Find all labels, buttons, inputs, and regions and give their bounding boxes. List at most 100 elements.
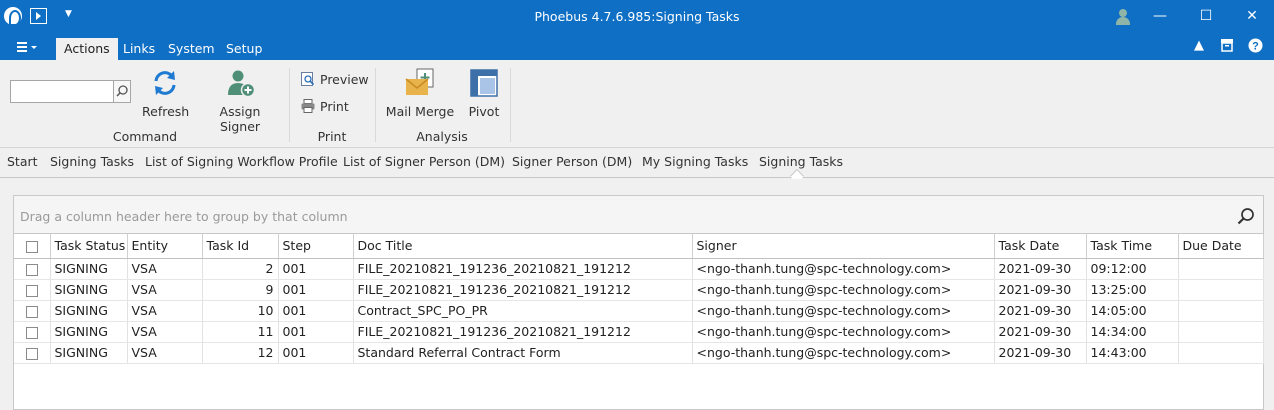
cell-task-id: 9 (202, 279, 279, 301)
cell-task-time: 14:34:00 (1086, 321, 1179, 343)
preview-label: Preview (320, 72, 369, 87)
cell-due-date (1178, 258, 1264, 280)
cell-due-date (1178, 321, 1264, 343)
user-icon[interactable] (1116, 9, 1130, 25)
add-user-icon (228, 70, 255, 98)
column-header-doc-title[interactable]: Doc Title (353, 234, 693, 259)
nav-signer-person[interactable]: Signer Person (DM) (512, 154, 632, 169)
column-header-entity[interactable]: Entity (127, 234, 203, 259)
tab-links[interactable]: Links (115, 38, 163, 60)
svg-text:?: ? (1252, 41, 1259, 53)
column-header-step[interactable]: Step (278, 234, 354, 259)
column-header-task-id[interactable]: Task Id (202, 234, 279, 259)
table-row[interactable]: SIGNING VSA 12 001 Standard Referral Con… (14, 342, 1264, 364)
task-grid: Drag a column header here to group by th… (13, 195, 1264, 410)
cell-step: 001 (278, 300, 354, 322)
cell-due-date (1178, 300, 1264, 322)
cell-signer: <ngo-thanh.tung@spc-technology.com> (692, 321, 995, 343)
search-input[interactable] (10, 80, 131, 103)
cell-task-id: 11 (202, 321, 279, 343)
task-table: Task Status Entity Task Id Step Doc Titl… (14, 234, 1264, 364)
group-divider (289, 68, 290, 142)
row-checkbox[interactable] (14, 342, 51, 364)
cell-step: 001 (278, 279, 354, 301)
nav-signer-person-list[interactable]: List of Signer Person (DM) (343, 154, 505, 169)
window-title: Phoebus 4.7.6.985:Signing Tasks (534, 9, 740, 24)
table-row[interactable]: SIGNING VSA 9 001 FILE_20210821_191236_2… (14, 279, 1264, 301)
cell-step: 001 (278, 258, 354, 280)
nav-my-signing-tasks[interactable]: My Signing Tasks (642, 154, 748, 169)
assign-signer-button[interactable]: Assign Signer (198, 68, 282, 134)
cell-doc-title: Standard Referral Contract Form (353, 342, 693, 364)
print-label: Print (320, 99, 349, 114)
cell-task-date: 2021-09-30 (994, 321, 1087, 343)
cell-entity: VSA (127, 279, 203, 301)
nav-signing-tasks[interactable]: Signing Tasks (50, 154, 134, 169)
select-all-checkbox[interactable] (14, 234, 51, 259)
row-checkbox[interactable] (14, 258, 51, 280)
column-header-task-status[interactable]: Task Status (50, 234, 128, 259)
assign-signer-label: Assign Signer (219, 104, 261, 134)
cell-entity: VSA (127, 258, 203, 280)
cell-task-time: 13:25:00 (1086, 279, 1179, 301)
cell-task-date: 2021-09-30 (994, 342, 1087, 364)
cell-signer: <ngo-thanh.tung@spc-technology.com> (692, 279, 995, 301)
column-header-due-date[interactable]: Due Date (1178, 234, 1264, 259)
nav-signing-workflow-profile[interactable]: List of Signing Workflow Profile (145, 154, 338, 169)
cell-task-id: 12 (202, 342, 279, 364)
archive-icon[interactable] (1220, 38, 1234, 56)
content-area: Drag a column header here to group by th… (0, 179, 1274, 410)
cell-task-status: SIGNING (50, 258, 128, 280)
minimize-button[interactable]: — (1137, 0, 1183, 34)
printer-icon (301, 99, 315, 113)
cell-task-status: SIGNING (50, 321, 128, 343)
cell-task-time: 09:12:00 (1086, 258, 1179, 280)
cell-due-date (1178, 342, 1264, 364)
row-checkbox[interactable] (14, 321, 51, 343)
nav-signing-tasks-current[interactable]: Signing Tasks (759, 154, 843, 169)
cell-task-date: 2021-09-30 (994, 300, 1087, 322)
table-header-row: Task Status Entity Task Id Step Doc Titl… (14, 234, 1264, 259)
cell-task-status: SIGNING (50, 342, 128, 364)
help-icon[interactable]: ? (1248, 38, 1263, 57)
preview-button[interactable]: Preview (300, 71, 369, 87)
column-header-task-time[interactable]: Task Time (1086, 234, 1179, 259)
cell-step: 001 (278, 321, 354, 343)
cell-task-status: SIGNING (50, 300, 128, 322)
collapse-ribbon-icon[interactable]: ▲ (1194, 38, 1204, 53)
tab-system[interactable]: System (160, 38, 223, 60)
cell-signer: <ngo-thanh.tung@spc-technology.com> (692, 300, 995, 322)
close-button[interactable]: ✕ (1229, 0, 1274, 34)
tab-setup[interactable]: Setup (218, 38, 270, 60)
cell-doc-title: FILE_20210821_191236_20210821_191212 (353, 321, 693, 343)
cell-signer: <ngo-thanh.tung@spc-technology.com> (692, 258, 995, 280)
find-panel-search-icon[interactable] (1237, 207, 1255, 225)
column-header-task-date[interactable]: Task Date (994, 234, 1087, 259)
cell-task-time: 14:05:00 (1086, 300, 1179, 322)
cell-entity: VSA (127, 300, 203, 322)
pivot-grid-icon (470, 69, 498, 97)
group-divider (375, 68, 376, 142)
search-icon[interactable] (113, 81, 130, 102)
table-row[interactable]: SIGNING VSA 10 001 Contract_SPC_PO_PR <n… (14, 300, 1264, 322)
maximize-button[interactable]: ☐ (1183, 0, 1229, 34)
group-by-panel[interactable]: Drag a column header here to group by th… (14, 196, 1263, 234)
row-checkbox[interactable] (14, 279, 51, 301)
print-button[interactable]: Print (300, 98, 349, 114)
cell-due-date (1178, 279, 1264, 301)
mail-merge-button[interactable]: Mail Merge (384, 68, 456, 119)
refresh-button[interactable]: Refresh (142, 68, 189, 119)
cell-doc-title: Contract_SPC_PO_PR (353, 300, 693, 322)
pivot-button[interactable]: Pivot (464, 68, 504, 119)
table-row[interactable]: SIGNING VSA 11 001 FILE_20210821_191236_… (14, 321, 1264, 343)
row-checkbox[interactable] (14, 300, 51, 322)
table-row[interactable]: SIGNING VSA 2 001 FILE_20210821_191236_2… (14, 258, 1264, 280)
cell-task-id: 10 (202, 300, 279, 322)
nav-start[interactable]: Start (7, 154, 38, 169)
column-header-signer[interactable]: Signer (692, 234, 995, 259)
ribbon: Refresh Assign Signer Command Preview Pr… (0, 60, 1274, 148)
tab-actions[interactable]: Actions (56, 38, 118, 60)
file-menu-icon[interactable] (14, 40, 38, 56)
pivot-label: Pivot (468, 104, 500, 119)
group-command-label: Command (112, 129, 178, 144)
